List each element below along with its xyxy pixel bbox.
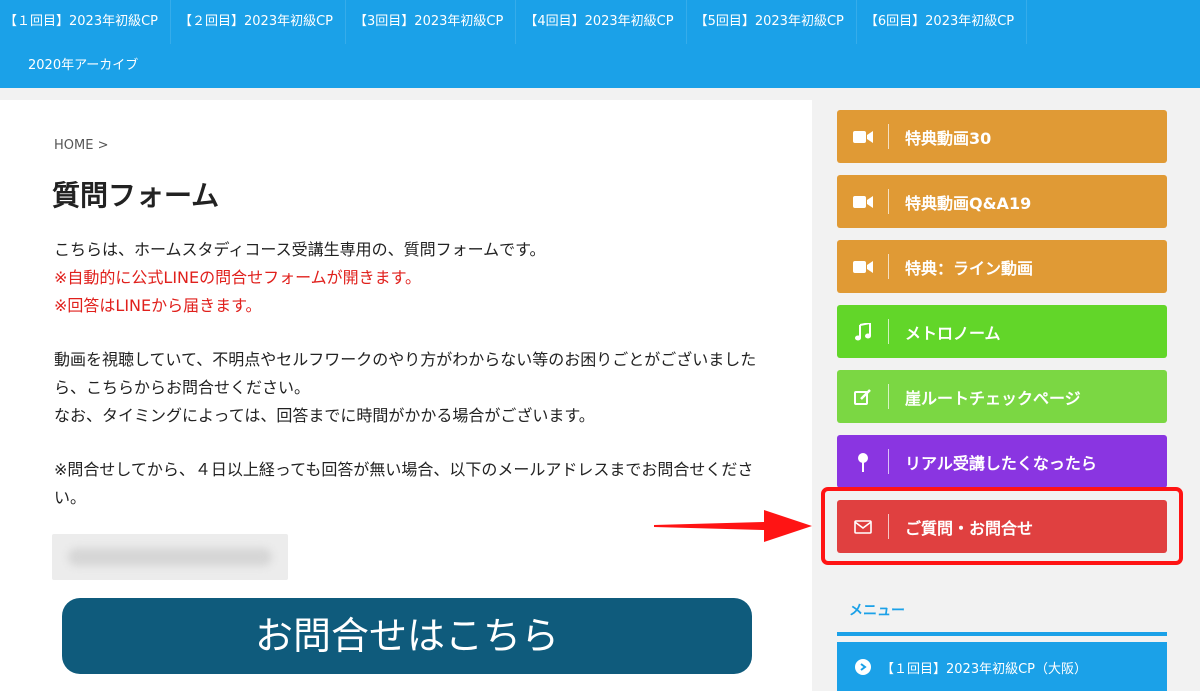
sidebar-button-label: 崖ルートチェックページ <box>905 388 1081 408</box>
nav-item-1[interactable]: 【１回目】2023年初級CP <box>0 0 172 44</box>
menu-item-label: 【１回目】2023年初級CP（大阪） <box>881 661 1088 677</box>
nav-item-6[interactable]: 【6回目】2023年初級CP <box>857 0 1028 44</box>
nav-item-4[interactable]: 【4回目】2023年初級CP <box>516 0 687 44</box>
sidebar-button-real-course[interactable]: リアル受講したくなったら <box>837 435 1167 488</box>
edit-icon <box>837 370 889 423</box>
help-paragraph: 動画を視聴していて、不明点やセルフワークのやり方がわからない等のお困りごとがござ… <box>54 346 774 430</box>
sidebar-button-label: リアル受講したくなったら <box>905 453 1097 473</box>
menu-divider <box>837 632 1167 636</box>
annotation-arrow-icon <box>654 510 812 542</box>
top-navigation: 【１回目】2023年初級CP 【２回目】2023年初級CP 【3回目】2023年… <box>0 0 1200 88</box>
menu-item-1[interactable]: 【１回目】2023年初級CP（大阪） <box>837 642 1167 691</box>
breadcrumb[interactable]: HOME > <box>54 138 108 153</box>
sidebar-button-line-video[interactable]: 特典：ライン動画 <box>837 240 1167 293</box>
sidebar-button-label: 特典：ライン動画 <box>905 258 1034 278</box>
intro-text: こちらは、ホームスタディコース受講生専用の、質問フォームです。 <box>54 240 546 259</box>
timing-text: なお、タイミングによっては、回答までに時間がかかる場合がございます。 <box>54 406 595 425</box>
email-paragraph: ※問合せしてから、４日以上経っても回答が無い場合、以下のメールアドレスまでお問合… <box>54 456 774 512</box>
nav-row-2: 2020年アーカイブ <box>0 44 150 88</box>
main-content: HOME > 質問フォーム こちらは、ホームスタディコース受講生専用の、質問フォ… <box>0 100 812 691</box>
page-title: 質問フォーム <box>52 179 220 212</box>
music-note-icon <box>837 305 889 358</box>
sidebar: 特典動画30 特典動画Q&A19 特典：ライン動画 メトロノーム 崖ルートチェッ… <box>824 100 1200 691</box>
line-form-note: ※自動的に公式LINEの問合せフォームが開きます。 <box>54 268 422 287</box>
menu-heading: メニュー <box>849 603 905 619</box>
nav-item-5[interactable]: 【5回目】2023年初級CP <box>687 0 857 44</box>
video-camera-icon <box>837 110 889 163</box>
help-text: 動画を視聴していて、不明点やセルフワークのやり方がわからない等のお困りごとがござ… <box>54 350 757 397</box>
blurred-email-address <box>52 534 288 580</box>
map-pin-icon <box>837 435 889 488</box>
nav-row-1: 【１回目】2023年初級CP 【２回目】2023年初級CP 【3回目】2023年… <box>0 0 1028 44</box>
contact-here-button[interactable]: お問合せはこちら <box>62 598 752 674</box>
chevron-right-icon <box>855 659 871 675</box>
video-camera-icon <box>837 175 889 228</box>
nav-item-3[interactable]: 【3回目】2023年初級CP <box>346 0 517 44</box>
sidebar-button-metronome[interactable]: メトロノーム <box>837 305 1167 358</box>
nav-item-archive[interactable]: 2020年アーカイブ <box>0 44 150 88</box>
sidebar-button-label: 特典動画30 <box>905 128 992 148</box>
intro-paragraph: こちらは、ホームスタディコース受講生専用の、質問フォームです。 ※自動的に公式L… <box>54 236 774 320</box>
sidebar-button-route-check[interactable]: 崖ルートチェックページ <box>837 370 1167 423</box>
sidebar-button-label: メトロノーム <box>905 323 1001 343</box>
video-camera-icon <box>837 240 889 293</box>
highlight-box <box>821 487 1183 565</box>
sidebar-button-bonus-video-30[interactable]: 特典動画30 <box>837 110 1167 163</box>
sidebar-button-label: 特典動画Q&A19 <box>905 193 1032 213</box>
sidebar-button-bonus-video-qa[interactable]: 特典動画Q&A19 <box>837 175 1167 228</box>
email-instruction: ※問合せしてから、４日以上経っても回答が無い場合、以下のメールアドレスまでお問合… <box>54 460 754 507</box>
line-reply-note: ※回答はLINEから届きます。 <box>54 296 262 315</box>
nav-item-2[interactable]: 【２回目】2023年初級CP <box>171 0 347 44</box>
